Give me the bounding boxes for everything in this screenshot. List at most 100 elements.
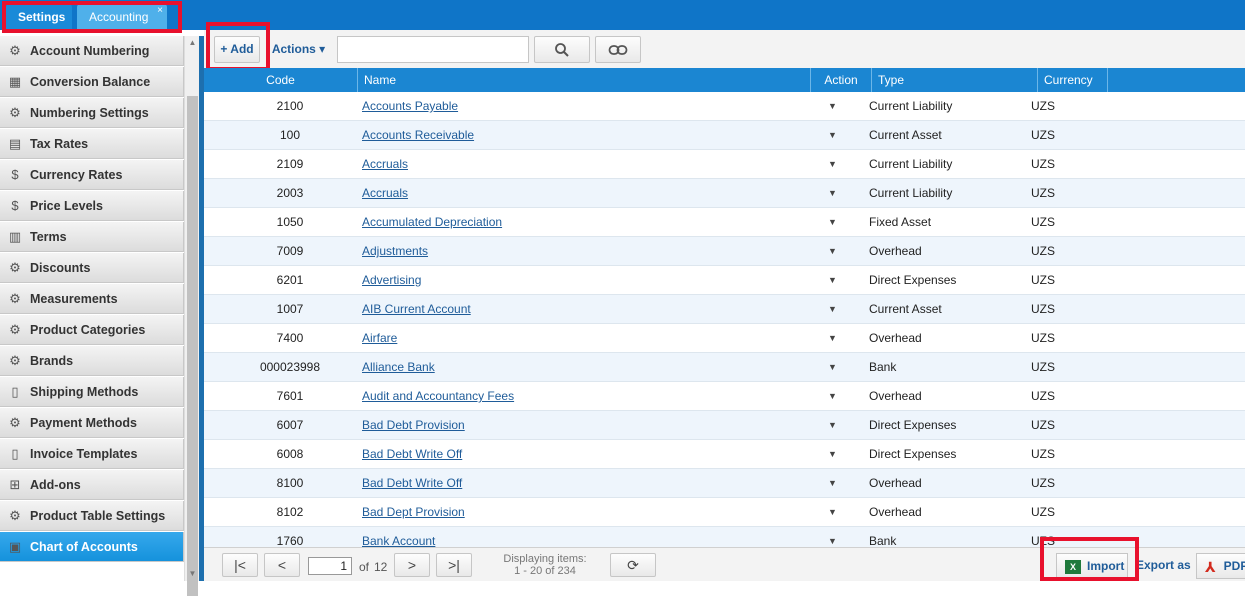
cell-type: Overhead [869, 505, 922, 519]
prev-page-button[interactable]: < [264, 553, 300, 577]
sidebar-item[interactable]: ⚙ Product Categories [0, 315, 184, 345]
sidebar-item[interactable]: ⚙ Product Table Settings [0, 501, 184, 531]
chart-of-accounts-icon: ▣ [8, 539, 22, 554]
row-action-dropdown-icon[interactable]: ▼ [828, 92, 837, 120]
table-row[interactable]: 8100 Bad Debt Write Off Overhead UZS ▼ [204, 469, 1245, 498]
sidebar-item[interactable]: ▣ Chart of Accounts [0, 532, 184, 562]
sidebar-item[interactable]: ⚙ Numbering Settings [0, 98, 184, 128]
cell-currency: UZS [1031, 331, 1055, 345]
sidebar-item-label: Add-ons [30, 478, 81, 492]
sidebar-item[interactable]: ▤ Tax Rates [0, 129, 184, 159]
account-name-link[interactable]: AIB Current Account [362, 295, 471, 323]
table-row[interactable]: 6007 Bad Debt Provision Direct Expenses UZS… [204, 411, 1245, 440]
account-name-link[interactable]: Accruals [362, 150, 408, 178]
table-row[interactable]: 6008 Bad Debt Write Off Direct Expenses UZS… [204, 440, 1245, 469]
reset-link-button[interactable] [595, 36, 641, 63]
account-name-link[interactable]: Accumulated Depreciation [362, 208, 502, 236]
account-name-link[interactable]: Bad Debt Write Off [362, 440, 462, 468]
scrollbar-thumb[interactable] [187, 96, 198, 596]
actions-dropdown[interactable]: Actions ▾ [266, 36, 331, 63]
account-name-link[interactable]: Bad Dept Provision [362, 498, 465, 526]
search-input[interactable] [337, 36, 529, 63]
sidebar-item[interactable]: ▯ Shipping Methods [0, 377, 184, 407]
table-row[interactable]: 7009 Adjustments Overhead UZS ▼ [204, 237, 1245, 266]
table-row[interactable]: 1050 Accumulated Depreciation Fixed Asset U… [204, 208, 1245, 237]
row-action-dropdown-icon[interactable]: ▼ [828, 266, 837, 294]
row-action-dropdown-icon[interactable]: ▼ [828, 382, 837, 410]
account-name-link[interactable]: Advertising [362, 266, 421, 294]
column-header-type[interactable]: Type [872, 68, 1038, 92]
account-name-link[interactable]: Alliance Bank [362, 353, 435, 381]
first-page-button[interactable]: |< [222, 553, 258, 577]
table-row[interactable]: 1007 AIB Current Account Current Asset UZS ▼ [204, 295, 1245, 324]
sidebar-item[interactable]: ⊞ Add-ons [0, 470, 184, 500]
row-action-dropdown-icon[interactable]: ▼ [828, 324, 837, 352]
table-row[interactable]: 6201 Advertising Direct Expenses UZS ▼ [204, 266, 1245, 295]
last-page-button[interactable]: >| [436, 553, 472, 577]
account-name-link[interactable]: Accruals [362, 179, 408, 207]
account-name-link[interactable]: Audit and Accountancy Fees [362, 382, 514, 410]
row-action-dropdown-icon[interactable]: ▼ [828, 498, 837, 526]
sidebar-item-label: Currency Rates [30, 168, 123, 182]
row-action-dropdown-icon[interactable]: ▼ [828, 208, 837, 236]
sidebar-item-label: Shipping Methods [30, 385, 139, 399]
scroll-down-icon[interactable]: ▼ [187, 569, 198, 579]
page-icon: ▯ [11, 384, 19, 399]
sidebar-item[interactable]: ▦ Conversion Balance [0, 67, 184, 97]
column-header-name[interactable]: Name [358, 68, 811, 92]
column-header-action[interactable]: Action [811, 68, 872, 92]
account-name-link[interactable]: Accounts Payable [362, 92, 458, 120]
column-header-currency[interactable]: Currency [1038, 68, 1108, 92]
sidebar-item[interactable]: ▥ Terms [0, 222, 184, 252]
sidebar-item[interactable]: ⚙ Measurements [0, 284, 184, 314]
row-action-dropdown-icon[interactable]: ▼ [828, 237, 837, 265]
cell-code: 6007 [276, 418, 304, 432]
cell-code: 1007 [276, 302, 304, 316]
table-row[interactable]: 7601 Audit and Accountancy Fees Overhead UZ… [204, 382, 1245, 411]
search-button[interactable] [534, 36, 590, 63]
column-header-code[interactable]: Code [204, 68, 358, 92]
row-action-dropdown-icon[interactable]: ▼ [828, 469, 837, 497]
sidebar-item[interactable]: ▯ Invoice Templates [0, 439, 184, 469]
table-row[interactable]: 000023998 Alliance Bank Bank UZS ▼ [204, 353, 1245, 382]
row-action-dropdown-icon[interactable]: ▼ [828, 440, 837, 468]
table-row[interactable]: 2100 Accounts Payable Current Liability UZS… [204, 92, 1245, 121]
sidebar-item[interactable]: ⚙ Account Numbering [0, 36, 184, 66]
refresh-button[interactable]: ⟳ [610, 553, 656, 577]
row-action-dropdown-icon[interactable]: ▼ [828, 121, 837, 149]
table-row[interactable]: 7400 Airfare Overhead UZS ▼ [204, 324, 1245, 353]
sidebar-item-label: Measurements [30, 292, 118, 306]
cell-code: 1050 [276, 215, 304, 229]
sidebar-item[interactable]: $ Currency Rates [0, 160, 184, 190]
account-name-link[interactable]: Accounts Receivable [362, 121, 474, 149]
scroll-up-icon[interactable]: ▲ [187, 38, 198, 48]
sidebar-item[interactable]: ⚙ Payment Methods [0, 408, 184, 438]
account-name-link[interactable]: Adjustments [362, 237, 428, 265]
account-name-link[interactable]: Bank Account [362, 527, 435, 547]
table-row[interactable]: 8102 Bad Dept Provision Overhead UZS ▼ [204, 498, 1245, 527]
cell-type: Fixed Asset [869, 215, 932, 229]
sidebar-scrollbar[interactable]: ▲ ▼ [184, 36, 199, 596]
row-action-dropdown-icon[interactable]: ▼ [828, 527, 837, 547]
row-action-dropdown-icon[interactable]: ▼ [828, 150, 837, 178]
page-number-input[interactable]: 1 [308, 557, 352, 575]
row-action-dropdown-icon[interactable]: ▼ [828, 353, 837, 381]
export-pdf-button[interactable]: ⅄ PDF [1196, 553, 1245, 579]
account-name-link[interactable]: Airfare [362, 324, 397, 352]
account-name-link[interactable]: Bad Debt Provision [362, 411, 465, 439]
next-page-button[interactable]: > [394, 553, 430, 577]
table-row[interactable]: 100 Accounts Receivable Current Asset UZS ▼ [204, 121, 1245, 150]
row-action-dropdown-icon[interactable]: ▼ [828, 411, 837, 439]
sidebar-item[interactable]: ⚙ Discounts [0, 253, 184, 283]
sidebar: ⚙ Account Numbering ▦ Conversion Balance ⚙ Nu… [0, 36, 184, 581]
sidebar-item-label: Invoice Templates [30, 447, 138, 461]
table-row[interactable]: 2109 Accruals Current Liability UZS ▼ [204, 150, 1245, 179]
row-action-dropdown-icon[interactable]: ▼ [828, 179, 837, 207]
account-name-link[interactable]: Bad Debt Write Off [362, 469, 462, 497]
cell-type: Current Liability [869, 157, 953, 171]
row-action-dropdown-icon[interactable]: ▼ [828, 295, 837, 323]
cell-type: Overhead [869, 331, 922, 345]
table-row[interactable]: 2003 Accruals Current Liability UZS ▼ [204, 179, 1245, 208]
sidebar-item[interactable]: ⚙ Brands [0, 346, 184, 376]
sidebar-item[interactable]: $ Price Levels [0, 191, 184, 221]
